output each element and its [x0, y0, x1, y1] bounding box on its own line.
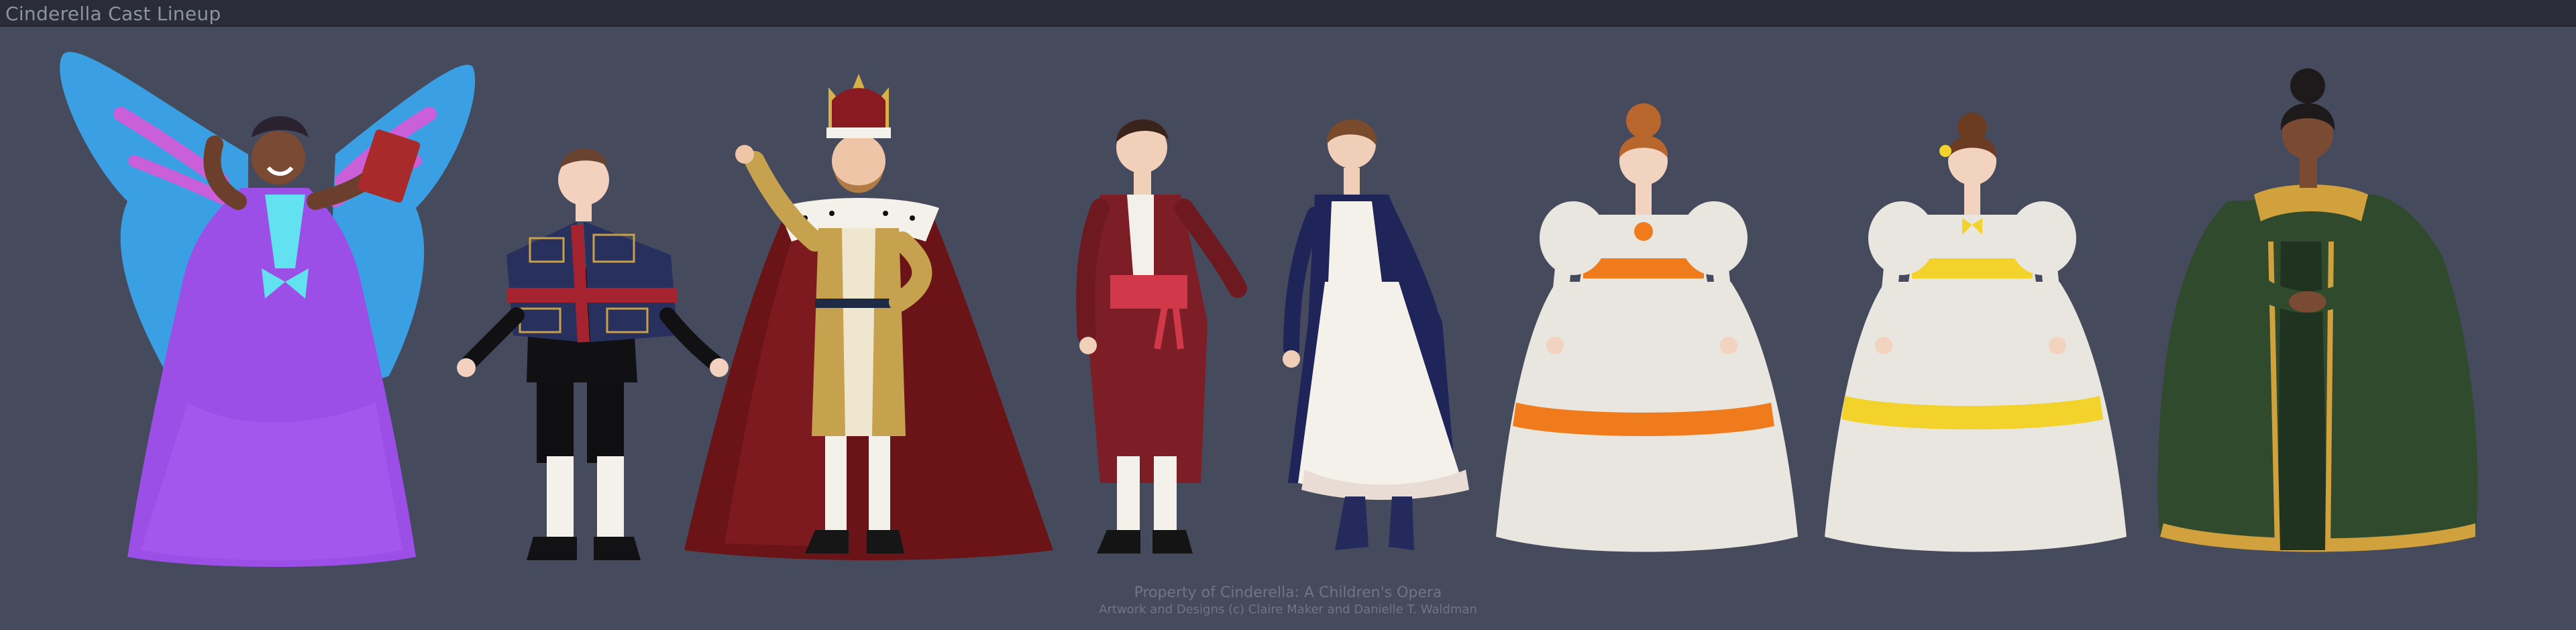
window-title: Cinderella Cast Lineup: [5, 3, 221, 25]
character-herald: [457, 148, 729, 560]
character-stepsister-orange: [1496, 103, 1798, 552]
credit-property-line: Property of Cinderella: A Children's Ope…: [1134, 584, 1442, 601]
cast-lineup-canvas: [0, 27, 2576, 630]
character-prince: [1076, 119, 1247, 554]
character-cinderella: [1283, 119, 1469, 550]
character-king: [684, 74, 1053, 560]
character-stepmother: [2157, 68, 2478, 552]
title-bar: Cinderella Cast Lineup: [0, 0, 2576, 27]
credit-artists-line: Artwork and Designs (c) Claire Maker and…: [1099, 602, 1477, 617]
character-fairy-godmother: [60, 52, 476, 567]
character-stepsister-yellow: [1825, 113, 2127, 552]
app-window: Cinderella Cast Lineup Property of Cinde…: [0, 0, 2576, 630]
